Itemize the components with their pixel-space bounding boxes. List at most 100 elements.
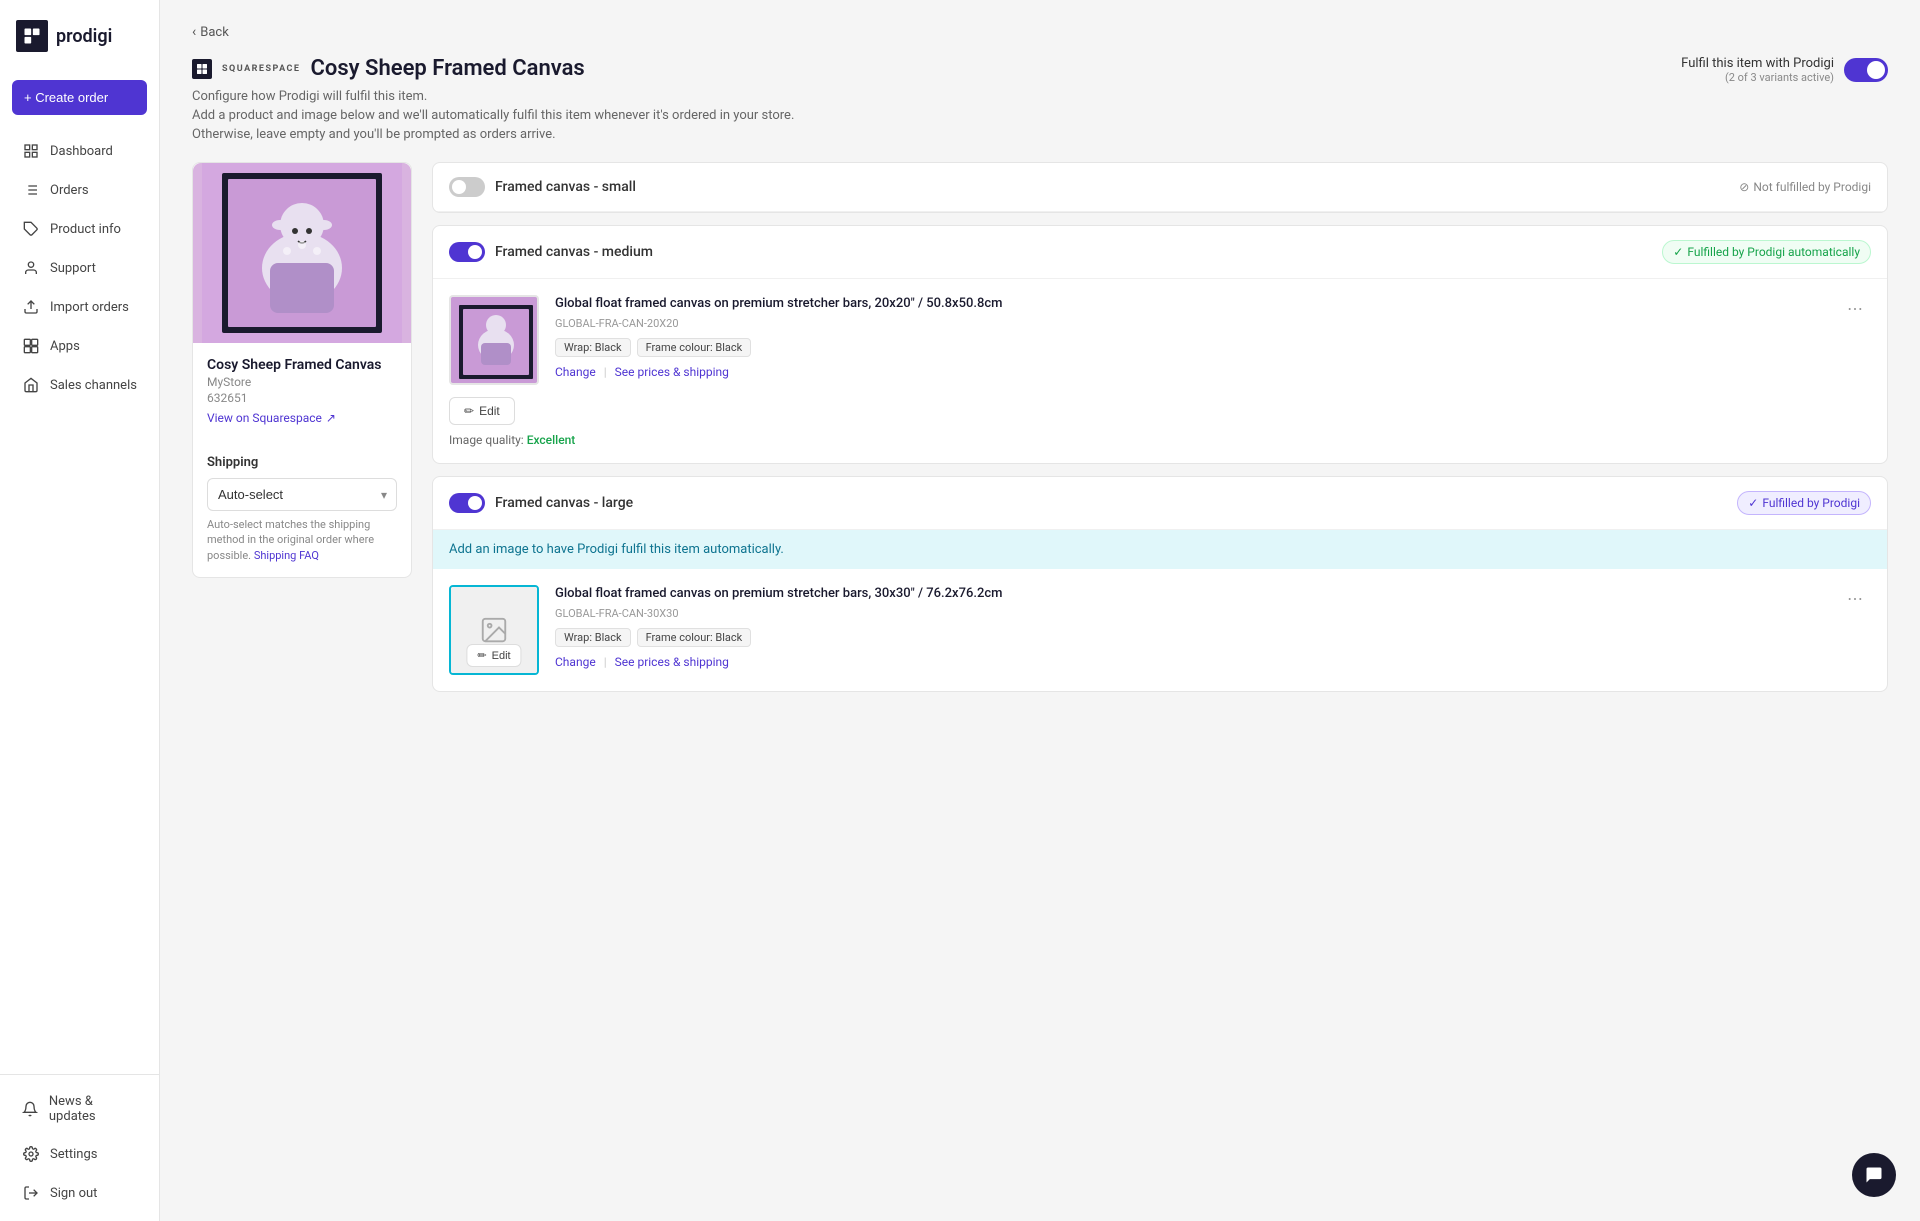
variant-header-medium: Framed canvas - medium ✓ Fulfilled by Pr… (433, 226, 1887, 279)
sidebar-item-apps[interactable]: Apps (6, 327, 153, 365)
variant-thumb-medium (449, 295, 539, 385)
exit-icon (22, 1184, 40, 1202)
add-image-banner: Add an image to have Prodigi fulfil this… (433, 530, 1887, 569)
store-icon (22, 376, 40, 394)
variant-tags-medium: Wrap: Black Frame colour: Black (555, 338, 1823, 357)
sidebar-item-import-orders[interactable]: Import orders (6, 288, 153, 326)
main-content: ‹ Back SQUARESPACE Cosy Sheep Framed Can… (160, 0, 1920, 1221)
variant-header-large: Framed canvas - large ✓ Fulfilled by Pro… (433, 477, 1887, 530)
sidebar-item-support[interactable]: Support (6, 249, 153, 287)
image-quality-medium: Image quality: Excellent (449, 433, 1871, 447)
edit-icon-medium: ✏ (464, 404, 474, 418)
chat-bubble[interactable] (1852, 1153, 1896, 1197)
frame-tag-large: Frame colour: Black (637, 628, 752, 647)
variant-toggle-small[interactable] (449, 177, 485, 197)
shipping-faq-link[interactable]: Shipping FAQ (254, 549, 319, 562)
divider-medium: | (604, 365, 607, 379)
frame-tag-medium: Frame colour: Black (637, 338, 752, 357)
fulfil-label: Fulfil this item with Prodigi (1681, 56, 1834, 71)
create-order-button[interactable]: + Create order (12, 80, 147, 115)
squarespace-icon (192, 59, 212, 79)
see-prices-link-medium[interactable]: See prices & shipping (615, 365, 729, 379)
variant-details-large: Global float framed canvas on premium st… (555, 585, 1823, 669)
apps-icon (22, 337, 40, 355)
variant-title-small: Framed canvas - small (495, 179, 1729, 195)
page-desc-3: Otherwise, leave empty and you'll be pro… (192, 127, 794, 142)
change-link-large[interactable]: Change (555, 655, 596, 669)
sidebar-item-product-info[interactable]: Product info (6, 210, 153, 248)
variant-sku-large: GLOBAL-FRA-CAN-30X30 (555, 607, 1823, 620)
shipping-label: Shipping (207, 455, 397, 470)
variant-toggle-large[interactable] (449, 493, 485, 513)
divider-large: | (604, 655, 607, 669)
edit-button-medium[interactable]: ✏ Edit (449, 397, 515, 425)
variant-product-title-medium: Global float framed canvas on premium st… (555, 295, 1823, 313)
variant-card-large: Framed canvas - large ✓ Fulfilled by Pro… (432, 476, 1888, 692)
shipping-desc: Auto-select matches the shipping method … (207, 517, 397, 563)
product-store: MyStore (207, 375, 397, 389)
variant-body-medium: Global float framed canvas on premium st… (433, 279, 1887, 463)
tag-icon (22, 220, 40, 238)
sidebar-item-sign-out[interactable]: Sign out (6, 1174, 153, 1212)
sidebar-bottom: News & updates Settings Sign out (0, 1074, 159, 1221)
variant-thumb-large: ✏ Edit (449, 585, 539, 675)
options-menu-medium[interactable]: ⋯ (1839, 295, 1871, 322)
fulfil-sublabel: (2 of 3 variants active) (1681, 71, 1834, 84)
list-icon (22, 181, 40, 199)
variant-details-medium: Global float framed canvas on premium st… (555, 295, 1823, 379)
variant-product-title-large: Global float framed canvas on premium st… (555, 585, 1823, 603)
prodigi-logo-text: prodigi (56, 26, 112, 47)
page-title-row: SQUARESPACE Cosy Sheep Framed Canvas (192, 56, 794, 81)
check-icon: ✓ (1673, 245, 1683, 259)
sidebar-item-orders[interactable]: Orders (6, 171, 153, 209)
fulfil-toggle[interactable] (1844, 58, 1888, 82)
gear-icon (22, 1145, 40, 1163)
variant-toggle-medium-wrapper (449, 242, 485, 262)
variant-title-medium: Framed canvas - medium (495, 244, 1652, 260)
change-link-medium[interactable]: Change (555, 365, 596, 379)
page-desc-1: Configure how Prodigi will fulfil this i… (192, 89, 794, 104)
back-arrow-icon: ‹ (192, 24, 196, 40)
variant-header-small: Framed canvas - small ⊘ Not fulfilled by… (433, 163, 1887, 212)
sidebar-item-dashboard[interactable]: Dashboard (6, 132, 153, 170)
variant-status-large: ✓ Fulfilled by Prodigi (1737, 491, 1871, 515)
product-image (193, 163, 411, 343)
variant-title-large: Framed canvas - large (495, 495, 1727, 511)
variant-product-row-medium: Global float framed canvas on premium st… (449, 295, 1871, 385)
variant-toggle-small-wrapper (449, 177, 485, 197)
check-circle-icon: ✓ (1748, 496, 1758, 510)
fulfil-toggle-section: Fulfil this item with Prodigi (2 of 3 va… (1681, 56, 1888, 84)
sidebar-item-settings[interactable]: Settings (6, 1135, 153, 1173)
variant-toggle-large-wrapper (449, 493, 485, 513)
edit-button-large-thumb[interactable]: ✏ Edit (466, 644, 521, 667)
variant-status-medium: ✓ Fulfilled by Prodigi automatically (1662, 240, 1871, 264)
variant-actions-large: Change | See prices & shipping (555, 655, 1823, 669)
page-header: SQUARESPACE Cosy Sheep Framed Canvas Con… (192, 56, 1888, 146)
upload-icon (22, 298, 40, 316)
back-button[interactable]: ‹ Back (192, 24, 1888, 40)
options-menu-large[interactable]: ⋯ (1839, 585, 1871, 612)
bell-icon (22, 1100, 39, 1118)
variant-tags-large: Wrap: Black Frame colour: Black (555, 628, 1823, 647)
wrap-tag-medium: Wrap: Black (555, 338, 631, 357)
variant-actions-medium: Change | See prices & shipping (555, 365, 1823, 379)
variant-body-large: ✏ Edit Global float framed canvas on pre… (433, 569, 1887, 691)
variant-toggle-medium[interactable] (449, 242, 485, 262)
person-icon (22, 259, 40, 277)
image-quality-value-medium: Excellent (527, 433, 576, 447)
shipping-section: Shipping Auto-select Standard Express Ov… (193, 455, 411, 577)
shipping-select[interactable]: Auto-select Standard Express Overnight (207, 478, 397, 511)
edit-icon-large: ✏ (477, 649, 486, 662)
block-icon: ⊘ (1739, 180, 1749, 194)
grid-icon (22, 142, 40, 160)
variant-card-medium: Framed canvas - medium ✓ Fulfilled by Pr… (432, 225, 1888, 464)
sidebar-item-sales-channels[interactable]: Sales channels (6, 366, 153, 404)
squarespace-logo: SQUARESPACE (192, 59, 301, 79)
shipping-select-wrapper: Auto-select Standard Express Overnight (207, 478, 397, 511)
variants-column: Framed canvas - small ⊘ Not fulfilled by… (432, 162, 1888, 692)
variant-status-small: ⊘ Not fulfilled by Prodigi (1739, 180, 1871, 194)
sidebar-item-news-updates[interactable]: News & updates (6, 1084, 153, 1134)
product-name: Cosy Sheep Framed Canvas (207, 357, 397, 373)
see-prices-link-large[interactable]: See prices & shipping (615, 655, 729, 669)
view-on-squarespace-link[interactable]: View on Squarespace ↗ (207, 411, 397, 425)
